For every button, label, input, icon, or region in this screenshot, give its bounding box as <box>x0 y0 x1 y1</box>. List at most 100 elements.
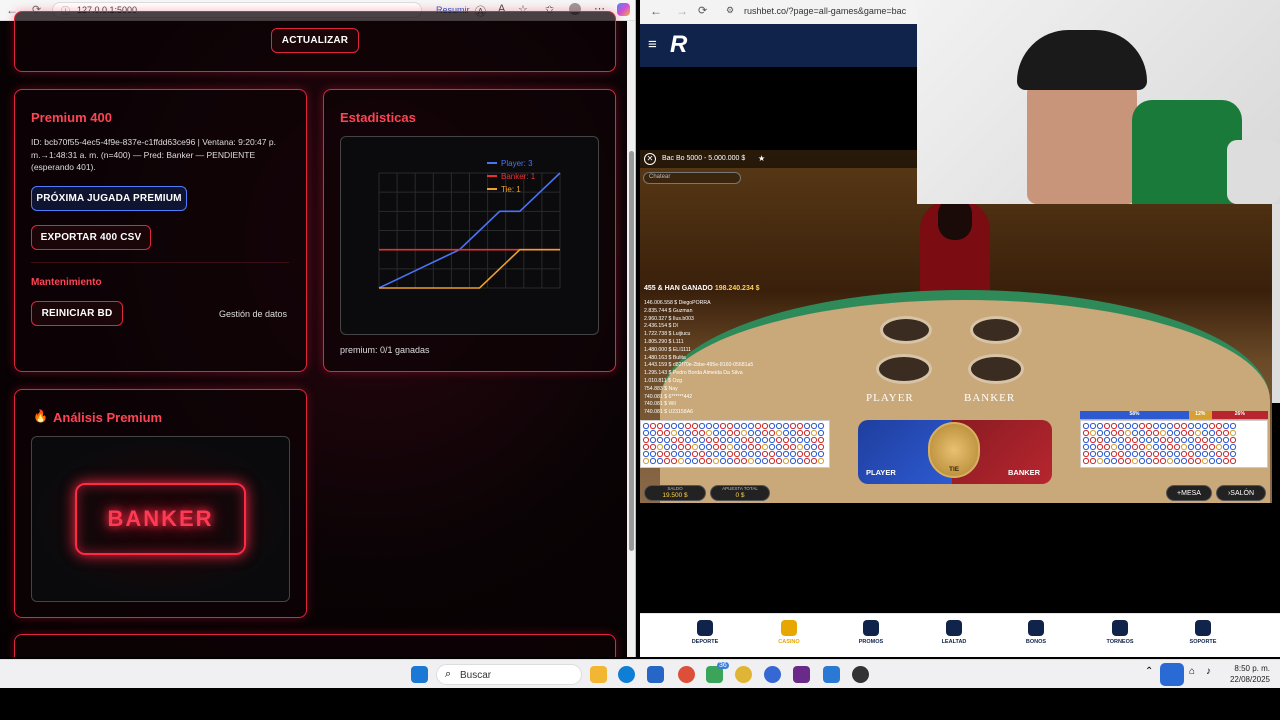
road-bead <box>1103 450 1111 458</box>
road-bead <box>782 429 790 437</box>
road-bead <box>1131 436 1139 444</box>
road-bead <box>1138 457 1146 465</box>
road-bead <box>803 436 811 444</box>
site-settings-icon[interactable]: ⚙ <box>726 5 734 16</box>
road-bead <box>768 422 776 430</box>
chat-input[interactable]: Chatear <box>643 172 741 184</box>
taskbar-search[interactable]: ⌕ Buscar <box>436 664 582 685</box>
actualizar-button[interactable]: ACTUALIZAR <box>271 28 359 53</box>
road-bead <box>705 429 713 437</box>
reload-icon[interactable]: ⟳ <box>698 4 707 17</box>
file-explorer-icon[interactable] <box>590 666 607 683</box>
salon-button[interactable]: › SALÓN <box>1216 485 1266 501</box>
road-bead <box>1082 457 1090 465</box>
copilot-icon[interactable] <box>617 3 630 16</box>
road-bead <box>1194 436 1202 444</box>
game-title: Bac Bo 5000 - 5.000.000 $ <box>662 155 746 162</box>
nav-item-deporte[interactable]: DEPORTE <box>680 620 730 645</box>
nav-item-torneos[interactable]: TORNEOS <box>1095 620 1145 645</box>
road-bead <box>726 422 734 430</box>
forward-icon[interactable]: → <box>676 4 688 18</box>
left-scroll-thumb[interactable] <box>629 151 634 551</box>
nav-item-bonos[interactable]: BONOS <box>1011 620 1061 645</box>
road-bead <box>796 443 804 451</box>
road-bead <box>1215 436 1223 444</box>
network-icon[interactable]: ⌂ <box>1189 666 1195 677</box>
road-bead <box>1124 422 1132 430</box>
road-bead <box>1103 457 1111 465</box>
stats-footer: premium: 0/1 ganadas <box>340 345 430 355</box>
edge-icon[interactable] <box>618 666 635 683</box>
road-bead <box>1194 457 1202 465</box>
favorite-game-icon[interactable]: ★ <box>758 154 765 163</box>
back-icon[interactable]: ← <box>650 4 662 18</box>
road-bead <box>1124 457 1132 465</box>
vscode-icon[interactable] <box>823 666 840 683</box>
game-scrollbar[interactable] <box>1272 203 1280 403</box>
road-bead <box>733 457 741 465</box>
prediction-panel: BANKER <box>31 436 290 602</box>
road-bead <box>1103 436 1111 444</box>
road-bead <box>649 457 657 465</box>
clock-date[interactable]: 22/08/2025 <box>1226 675 1270 684</box>
nav-item-casino[interactable]: CASINO <box>764 620 814 645</box>
bet-tie[interactable]: TIE <box>928 422 980 478</box>
obs-icon[interactable] <box>793 666 810 683</box>
chevron-up-icon[interactable]: ⌃ <box>1145 666 1153 677</box>
app-icon[interactable] <box>764 666 781 683</box>
road-bead <box>726 436 734 444</box>
road-bead <box>1166 429 1174 437</box>
windows-start-icon[interactable] <box>411 666 428 683</box>
road-bead <box>747 457 755 465</box>
road-bead <box>1173 443 1181 451</box>
road-bead <box>1159 429 1167 437</box>
volume-icon[interactable]: ♪ <box>1206 666 1211 677</box>
road-bead <box>761 436 769 444</box>
store-icon[interactable] <box>647 666 664 683</box>
road-bead <box>1131 443 1139 451</box>
road-bead <box>1201 457 1209 465</box>
winners-list: 146.006.558 $ DiegoPORRA 2.835.744 $ Guzm… <box>644 300 753 417</box>
left-scrollbar[interactable] <box>627 21 635 657</box>
road-bead <box>1215 443 1223 451</box>
road-bead <box>768 443 776 451</box>
road-bead <box>796 457 804 465</box>
road-bead <box>698 436 706 444</box>
data-management-label: Gestión de datos <box>219 309 288 319</box>
road-bead <box>670 443 678 451</box>
road-bead <box>1194 429 1202 437</box>
road-bead <box>775 443 783 451</box>
url-text[interactable]: rushbet.co/?page=all-games&game=bac <box>744 6 906 16</box>
road-bead <box>789 422 797 430</box>
road-bead <box>1096 457 1104 465</box>
next-premium-button[interactable]: PRÓXIMA JUGADA PREMIUM <box>31 186 187 211</box>
road-bead <box>719 429 727 437</box>
road-bead <box>1089 436 1097 444</box>
nav-label: TORNEOS <box>1106 639 1134 645</box>
nav-label: CASINO <box>778 639 800 645</box>
bet-tie-label: TIE <box>949 466 960 473</box>
road-bead <box>1180 457 1188 465</box>
hamburger-icon[interactable]: ≡ <box>648 36 657 53</box>
road-bead <box>810 429 818 437</box>
chrome-icon-2[interactable] <box>735 666 752 683</box>
reset-db-button[interactable]: REINICIAR BD <box>31 301 123 326</box>
nav-item-lealtad[interactable]: LEALTAD <box>929 620 979 645</box>
rushbet-logo[interactable]: R <box>670 31 687 59</box>
road-bead <box>789 429 797 437</box>
mesa-button[interactable]: + MESA <box>1166 485 1212 501</box>
road-bead <box>775 422 783 430</box>
chrome-icon[interactable] <box>678 666 695 683</box>
nav-item-soporte[interactable]: SOPORTE <box>1178 620 1228 645</box>
gaming-chair <box>1132 100 1242 204</box>
clock-time[interactable]: 8:50 p. m. <box>1226 664 1270 673</box>
microphone-icon[interactable] <box>1160 663 1184 686</box>
winner-row: 146.006.558 $ DiegoPORRA <box>644 300 711 306</box>
close-game-icon[interactable]: ✕ <box>644 153 656 165</box>
winner-row: 1.480.000 $ ELI1111 <box>644 346 692 353</box>
road-bead <box>1145 443 1153 451</box>
export-csv-button[interactable]: EXPORTAR 400 CSV <box>31 225 151 250</box>
app-icon-2[interactable] <box>852 666 869 683</box>
nav-item-promos[interactable]: PROMOS <box>846 620 896 645</box>
soporte-icon <box>1195 620 1211 636</box>
